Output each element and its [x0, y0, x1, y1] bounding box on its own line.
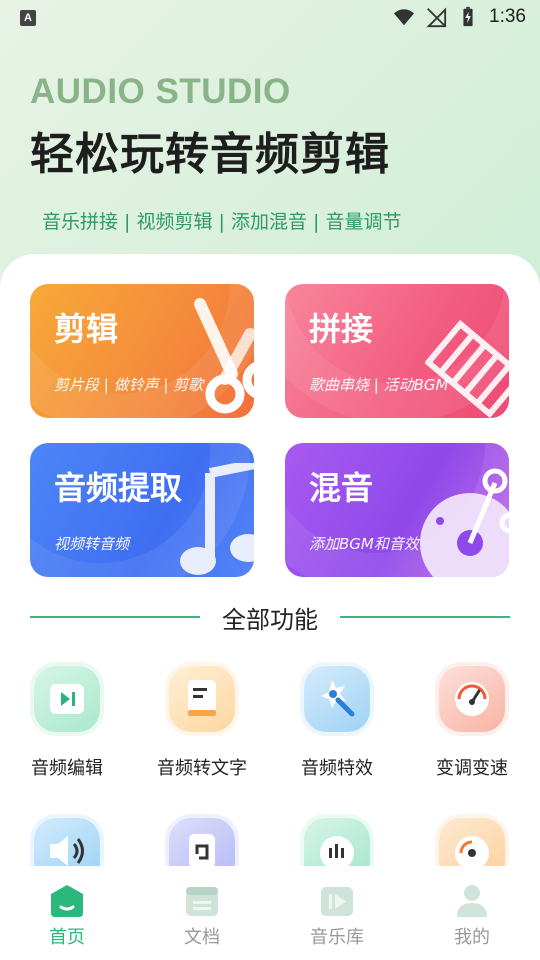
nav-home[interactable]: 首页 — [17, 884, 117, 949]
status-bar: A 1:36 — [0, 0, 540, 36]
function-waveform[interactable] — [277, 818, 397, 866]
card-subtitle: 歌曲串烧 | 活动BGM — [309, 376, 449, 394]
nav-documents[interactable]: 文档 — [152, 884, 252, 949]
function-audio-to-text[interactable]: 音频转文字 — [142, 666, 262, 780]
waveform-icon — [304, 818, 370, 866]
function-pitch-speed[interactable]: 变调变速 — [412, 666, 532, 780]
card-splice[interactable]: 拼接 歌曲串烧 | 活动BGM — [285, 284, 509, 418]
clock: 1:36 — [489, 6, 526, 27]
nav-profile[interactable]: 我的 — [422, 884, 522, 949]
wifi-icon — [393, 9, 415, 26]
card-title: 拼接 — [309, 310, 374, 348]
no-signal-icon — [426, 7, 447, 28]
function-label: 音频特效 — [301, 758, 373, 779]
nav-music-library[interactable]: 音乐库 — [287, 884, 387, 949]
nav-label: 我的 — [454, 927, 490, 948]
card-title: 音频提取 — [54, 469, 183, 507]
nav-label: 首页 — [49, 927, 85, 948]
section-header: 全部功能 — [0, 600, 540, 634]
divider — [340, 616, 510, 618]
function-audio-effect[interactable]: 音频特效 — [277, 666, 397, 780]
card-mix[interactable]: 混音 添加BGM和音效 — [285, 443, 509, 577]
accessibility-notification-icon: A — [20, 10, 36, 26]
bottom-navigation: 首页 文档 音乐库 我的 — [0, 866, 540, 960]
music-library-icon — [319, 884, 355, 918]
function-row-2 — [0, 800, 540, 866]
status-bar-right: 1:36 — [393, 6, 526, 28]
page-headline: 轻松玩转音频剪辑 — [30, 129, 390, 180]
card-subtitle: 剪片段 | 做铃声 | 剪歌 — [54, 376, 204, 394]
function-disc[interactable] — [412, 818, 532, 866]
card-title: 混音 — [309, 469, 374, 507]
nav-label: 文档 — [184, 927, 220, 948]
scissors-icon — [194, 298, 254, 414]
card-title: 剪辑 — [54, 310, 119, 348]
speed-gauge-icon — [439, 666, 505, 732]
music-note-icon — [180, 463, 254, 575]
function-rotate[interactable] — [142, 818, 262, 866]
card-subtitle: 视频转音频 — [54, 535, 130, 553]
function-label: 音频转文字 — [157, 758, 247, 779]
function-label: 变调变速 — [436, 758, 508, 779]
function-volume[interactable] — [7, 818, 127, 866]
nav-label: 音乐库 — [310, 927, 364, 948]
splice-icon — [425, 319, 509, 418]
audio-edit-icon — [34, 666, 100, 732]
feature-tagline: 音乐拼接 | 视频剪辑 | 添加混音 | 音量调节 — [42, 211, 402, 233]
audio-effect-icon — [304, 666, 370, 732]
rotate-icon — [169, 818, 235, 866]
function-audio-edit[interactable]: 音频编辑 — [7, 666, 127, 780]
home-icon — [49, 884, 85, 918]
disc-icon — [420, 468, 509, 577]
card-cut[interactable]: 剪辑 剪片段 | 做铃声 | 剪歌 — [30, 284, 254, 418]
document-icon — [184, 884, 220, 918]
volume-icon — [34, 818, 100, 866]
card-audio-extract[interactable]: 音频提取 视频转音频 — [30, 443, 254, 577]
brand-title: AUDIO STUDIO — [30, 72, 291, 111]
audio-to-text-icon — [169, 666, 235, 732]
profile-icon — [454, 884, 490, 918]
disc-record-icon — [439, 818, 505, 866]
card-subtitle: 添加BGM和音效 — [309, 535, 419, 553]
battery-charging-icon — [463, 6, 473, 27]
function-label: 音频编辑 — [31, 758, 103, 779]
